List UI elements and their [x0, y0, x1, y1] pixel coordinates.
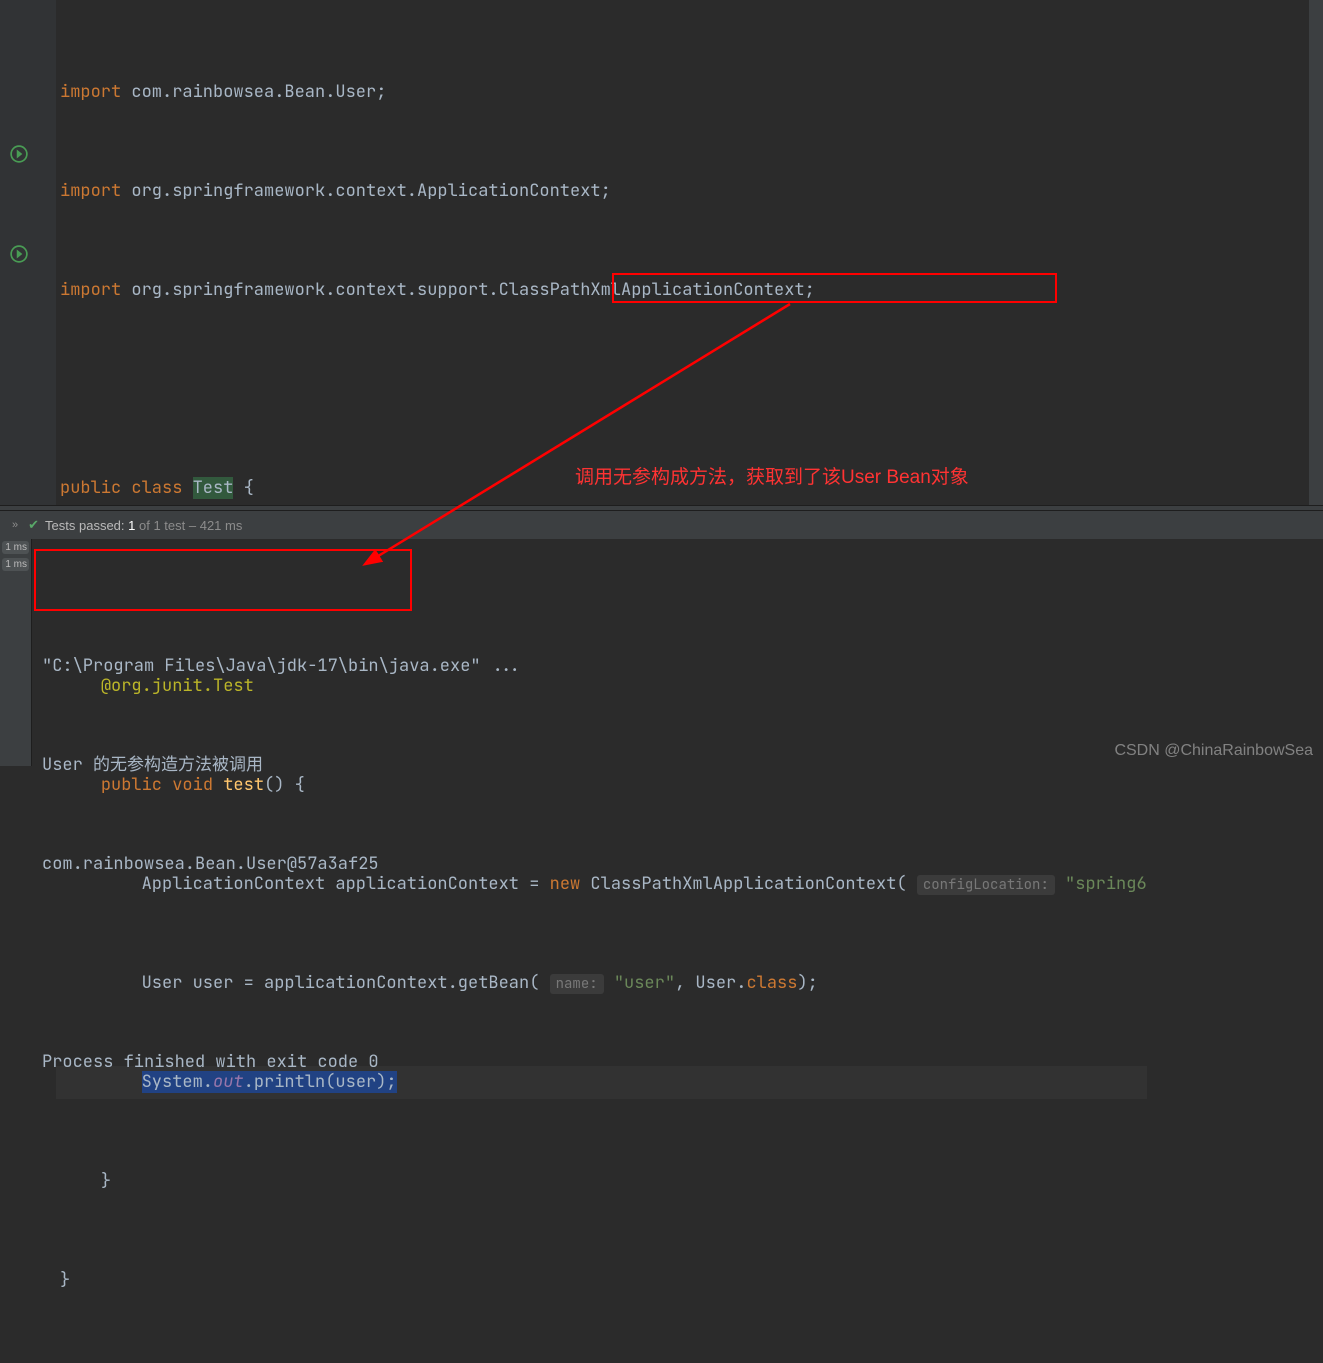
console-line: Process finished with exit code 0 — [42, 1046, 1313, 1079]
console-tab[interactable]: 1 ms — [2, 558, 29, 571]
code-area[interactable]: import com.rainbowsea.Bean.User; import … — [56, 0, 1147, 505]
code-line: import com.rainbowsea.Bean.User; — [56, 76, 1147, 109]
console-line: "C:\Program Files\Java\jdk-17\bin\java.e… — [42, 650, 1313, 683]
annotation-text: 调用无参构成方法，获取到了该User Bean对象 — [575, 462, 969, 489]
console-panel: 1 ms 1 ms "C:\Program Files\Java\jdk-17\… — [0, 539, 1323, 766]
code-line: import org.springframework.context.suppo… — [56, 274, 1147, 307]
console-line — [42, 947, 1313, 980]
watermark: CSDN @ChinaRainbowSea — [1114, 742, 1313, 760]
code-editor[interactable]: import com.rainbowsea.Bean.User; import … — [0, 0, 1323, 505]
code-line: } — [56, 1264, 1147, 1297]
annotation-box — [34, 549, 412, 611]
code-line: import org.springframework.context.Appli… — [56, 175, 1147, 208]
chevron-right-icon[interactable]: » — [12, 519, 18, 531]
scrollbar[interactable] — [1309, 0, 1323, 505]
console-tab[interactable]: 1 ms — [2, 541, 29, 554]
run-gutter-icon[interactable] — [10, 245, 28, 263]
code-line: } — [56, 1165, 1147, 1198]
code-line — [56, 373, 1147, 406]
run-gutter-icon[interactable] — [10, 145, 28, 163]
check-icon: ✔ — [28, 517, 39, 533]
gutter — [0, 0, 56, 505]
console-tabs: 1 ms 1 ms — [0, 539, 32, 766]
console-line: com.rainbowsea.Bean.User@57a3af25 — [42, 848, 1313, 881]
console-output[interactable]: "C:\Program Files\Java\jdk-17\bin\java.e… — [32, 539, 1323, 766]
